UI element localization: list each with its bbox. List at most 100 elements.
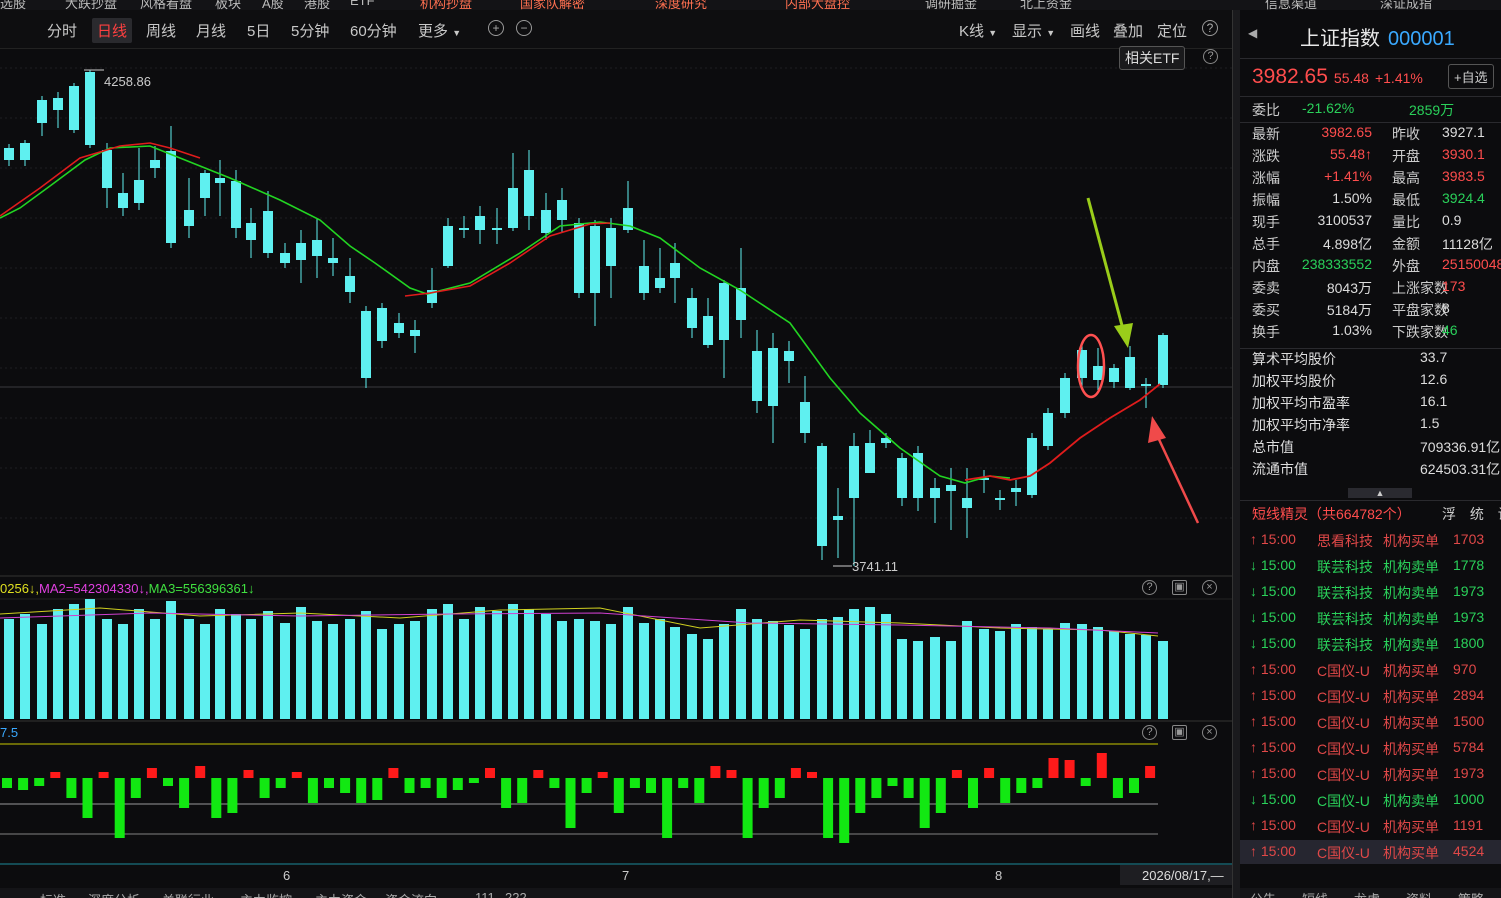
indicator-help-icon[interactable]: ? (1142, 725, 1157, 740)
period-intraday-tab[interactable]: 分时 (47, 20, 77, 41)
volume-bar-down (20, 614, 30, 719)
macd-bar-negative (1000, 778, 1011, 803)
top-menu-item[interactable]: 信息渠道 (1265, 0, 1317, 10)
indicator-legend: 7.5 (0, 725, 18, 740)
macd-bar-negative (468, 778, 479, 783)
volume-bar-down (541, 614, 551, 719)
annotation-arrowhead-red (1148, 416, 1166, 443)
sprite-row[interactable]: ↑ 15:00 C国仪-U 机构买单 970 (1240, 658, 1501, 682)
zoom-out-icon[interactable]: − (516, 20, 532, 36)
sprite-stock: 联芸科技 (1317, 585, 1373, 601)
bottom-tab[interactable]: 标准 (40, 890, 66, 898)
kline-chart-svg[interactable]: 4258.86 3741.11 0256↓,MA2=542304330↓,MA3=5… (0, 48, 1232, 888)
volume-close-icon[interactable]: × (1202, 580, 1217, 595)
period-5day-tab[interactable]: 5日 (247, 20, 270, 41)
volume-bar-down (102, 619, 112, 719)
bottom-tab[interactable]: 222 (505, 890, 527, 898)
top-menu-item[interactable]: 内部大盘控 (785, 0, 850, 10)
volume-help-icon[interactable]: ? (1142, 580, 1157, 595)
stats-row: 流通市值 624503.31亿 (1252, 459, 1501, 481)
sprite-row[interactable]: ↑ 15:00 C国仪-U 机构买单 2894 (1240, 684, 1501, 708)
macd-bar-positive (1096, 753, 1107, 778)
volume-bar-down (328, 624, 338, 719)
bottom-tab[interactable]: 资金流向 (385, 890, 437, 898)
bottom-tab[interactable]: 关联行业 (162, 890, 214, 898)
sprite-stat-tab[interactable]: 统 (1470, 506, 1484, 522)
top-menu-item[interactable]: 调研掘金 (925, 0, 977, 10)
sprite-row[interactable]: ↓ 15:00 联芸科技 机构卖单 1800 (1240, 632, 1501, 656)
sprite-row[interactable]: ↓ 15:00 C国仪-U 机构卖单 1000 (1240, 788, 1501, 812)
kline-dropdown[interactable]: K线 ▼ (959, 20, 997, 41)
overlay-button[interactable]: 叠加 (1113, 20, 1143, 41)
sprite-row[interactable]: ↓ 15:00 联芸科技 机构卖单 1973 (1240, 580, 1501, 604)
top-menu-item[interactable]: A股 (262, 0, 284, 10)
period-monthly-tab[interactable]: 月线 (196, 20, 226, 41)
top-menu-item[interactable]: 大跌抄盘 (65, 0, 117, 10)
sprite-row[interactable]: ↑ 15:00 C国仪-U 机构买单 1500 (1240, 710, 1501, 734)
panel-bottom-tab[interactable]: 资料 (1406, 889, 1432, 898)
top-menu-item[interactable]: 风格看盘 (140, 0, 192, 10)
macd-bar-negative (18, 778, 29, 790)
macd-bar-negative (34, 778, 45, 786)
panel-bottom-tab[interactable]: 龙虎 (1354, 889, 1380, 898)
draw-line-button[interactable]: 画线 (1070, 20, 1100, 41)
volume-bar-down (312, 621, 322, 719)
bottom-tab[interactable]: 主力资金 (315, 890, 367, 898)
index-code: 000001 (1388, 28, 1455, 50)
help-icon[interactable]: ? (1202, 20, 1218, 36)
sprite-row[interactable]: ↑ 15:00 C国仪-U 机构买单 5784 (1240, 736, 1501, 760)
panel-bottom-tab[interactable]: 策略 (1458, 889, 1484, 898)
collapse-up-icon[interactable]: ▲ (1348, 488, 1412, 498)
locate-button[interactable]: 定位 (1157, 20, 1187, 41)
top-menu-item[interactable]: 深证成指 (1380, 0, 1432, 10)
bottom-tab[interactable]: 主力监控 (240, 890, 292, 898)
top-menu-item[interactable]: 选股 (0, 0, 26, 10)
zoom-in-icon[interactable]: + (488, 20, 504, 36)
volume-bar-down (475, 607, 485, 719)
top-menu-item[interactable]: 深度研究 (655, 0, 707, 10)
volume-legend: 0256↓,MA2=542304330↓,MA3=556396361↓ (0, 581, 254, 596)
volume-settings-icon[interactable]: ▣ (1172, 580, 1187, 595)
period-5min-tab[interactable]: 5分钟 (291, 20, 329, 41)
panel-bottom-tab[interactable]: 短线 (1302, 889, 1328, 898)
volume-bar-down (280, 623, 290, 719)
top-menu-item[interactable]: 板块 (215, 0, 241, 10)
quote-row: 涨幅 +1.41% 最高 3983.5 (1252, 168, 1501, 190)
sprite-row[interactable]: ↑ 15:00 C国仪-U 机构买单 1973 (1240, 762, 1501, 786)
sprite-float-tab[interactable]: 浮 (1442, 506, 1456, 522)
stats-row: 加权平均市净率 1.5 (1252, 415, 1501, 437)
top-menu-item[interactable]: 北上资金 (1020, 0, 1072, 10)
period-weekly-tab[interactable]: 周线 (146, 20, 176, 41)
sprite-row[interactable]: ↓ 15:00 联芸科技 机构卖单 1973 (1240, 606, 1501, 630)
period-more-dropdown[interactable]: 更多 ▼ (418, 20, 461, 41)
add-watchlist-button[interactable]: +自选 (1448, 64, 1494, 89)
volume-bar-down (150, 619, 160, 719)
candle-body-down (1109, 368, 1119, 382)
candle-body-down (312, 240, 322, 256)
sprite-row[interactable]: ↑ 15:00 思看科技 机构买单 1703 (1240, 528, 1501, 552)
indicator-settings-icon[interactable]: ▣ (1172, 725, 1187, 740)
display-dropdown[interactable]: 显示 ▼ (1012, 20, 1055, 41)
volume-bar-down (962, 621, 972, 719)
top-menu-item[interactable]: ETF (350, 0, 375, 8)
sprite-type: 机构买单 (1383, 689, 1439, 705)
sprite-row[interactable]: ↓ 15:00 联芸科技 机构卖单 1778 (1240, 554, 1501, 578)
panel-bottom-tab[interactable]: 公告 (1250, 889, 1276, 898)
collapse-left-icon[interactable]: ◀ (1248, 26, 1257, 40)
top-menu-item[interactable]: 国家队解密 (520, 0, 585, 10)
related-etf-button[interactable]: 相关ETF (1119, 46, 1186, 70)
volume-bar-down (427, 609, 437, 719)
top-menu-item[interactable]: 港股 (304, 0, 330, 10)
kline-chart-area[interactable]: 4258.86 3741.11 0256↓,MA2=542304330↓,MA3=5… (0, 48, 1232, 888)
period-daily-tab[interactable]: 日线 (92, 18, 133, 43)
indicator-close-icon[interactable]: × (1202, 725, 1217, 740)
bottom-tab[interactable]: 111 (475, 890, 495, 898)
bottom-tab[interactable]: 深度分析 (88, 890, 140, 898)
sprite-row[interactable]: ↑ 15:00 C国仪-U 机构买单 1191 (1240, 814, 1501, 838)
period-60min-tab[interactable]: 60分钟 (350, 20, 397, 41)
help-icon[interactable]: ? (1203, 49, 1218, 64)
volume-bar-down (590, 621, 600, 719)
sprite-row[interactable]: ↑ 15:00 C国仪-U 机构买单 4524 (1240, 840, 1501, 864)
top-menu-item[interactable]: 机构抄盘 (420, 0, 472, 10)
volume-bar-down (800, 629, 810, 719)
